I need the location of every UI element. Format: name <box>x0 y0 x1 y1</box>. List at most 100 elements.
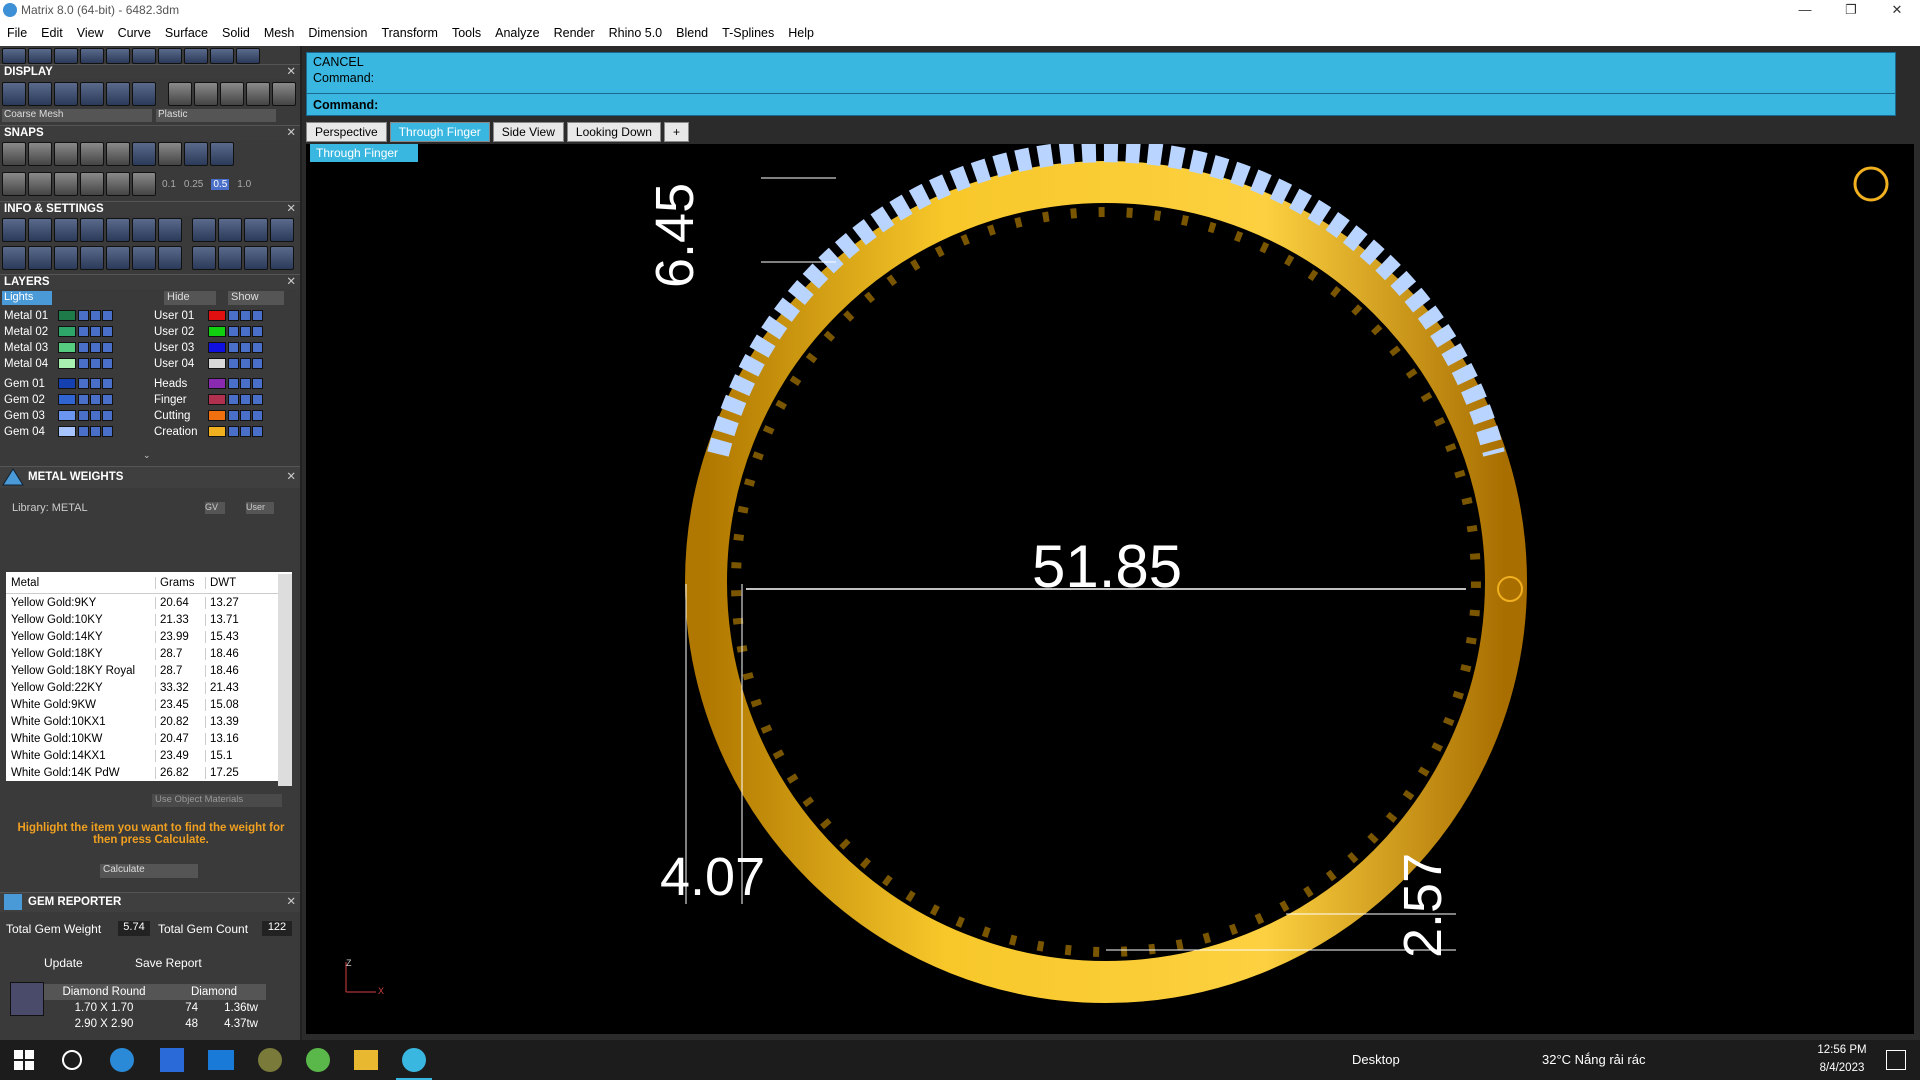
add-tab-button[interactable]: + <box>663 122 689 142</box>
menu-surface[interactable]: Surface <box>158 26 215 40</box>
lights-layer[interactable]: Lights <box>2 291 52 305</box>
tool-icon[interactable] <box>192 246 216 270</box>
layer-color-swatch[interactable] <box>208 410 226 421</box>
layer-row[interactable]: Gem 02 <box>4 392 114 407</box>
tab-side-view[interactable]: Side View <box>492 122 564 142</box>
menu-dimension[interactable]: Dimension <box>301 26 374 40</box>
layer-toggle-icon[interactable] <box>252 358 263 369</box>
render-sphere-icon[interactable] <box>54 82 78 106</box>
tool-icon[interactable] <box>192 218 216 242</box>
layer-row[interactable]: Creation <box>154 424 264 439</box>
menu-tsplines[interactable]: T-Splines <box>715 26 781 40</box>
search-icon[interactable] <box>62 1050 82 1070</box>
layer-toggle-icon[interactable] <box>102 426 113 437</box>
update-button[interactable]: Update <box>44 956 83 970</box>
layer-row[interactable]: Metal 02 <box>4 324 114 339</box>
snap-value[interactable]: 0.25 <box>184 179 203 190</box>
layer-toggle-icon[interactable] <box>240 342 251 353</box>
material-ball-icon[interactable] <box>246 82 270 106</box>
layer-row[interactable]: Gem 01 <box>4 376 114 391</box>
layer-toggle-icon[interactable] <box>252 410 263 421</box>
menu-analyze[interactable]: Analyze <box>488 26 546 40</box>
layer-toggle-icon[interactable] <box>78 410 89 421</box>
snap-icon[interactable] <box>132 142 156 166</box>
store-icon[interactable] <box>160 1048 184 1072</box>
layer-color-swatch[interactable] <box>208 326 226 337</box>
render-sphere-icon[interactable] <box>80 82 104 106</box>
menu-solid[interactable]: Solid <box>215 26 257 40</box>
layer-color-swatch[interactable] <box>208 358 226 369</box>
viewport[interactable]: Through Finger 51.85 6.45 4.07 2.57 Z X <box>306 144 1914 1034</box>
tool-icon[interactable] <box>80 246 104 270</box>
user-toggle[interactable]: User <box>246 502 274 514</box>
layer-color-swatch[interactable] <box>208 342 226 353</box>
table-row[interactable]: Yellow Gold:18KY Royal 28.7 18.46 <box>6 662 292 679</box>
layer-toggle-icon[interactable] <box>102 378 113 389</box>
layer-toggle-icon[interactable] <box>240 410 251 421</box>
gv-toggle[interactable]: GV <box>205 502 225 514</box>
render-sphere-icon[interactable] <box>106 82 130 106</box>
layer-color-swatch[interactable] <box>58 342 76 353</box>
gem-row[interactable]: 1.70 X 1.70 74 1.36tw <box>44 1000 266 1016</box>
tool-icon[interactable] <box>132 246 156 270</box>
tool-icon[interactable] <box>28 48 52 64</box>
layer-toggle-icon[interactable] <box>102 358 113 369</box>
layer-toggle-icon[interactable] <box>102 310 113 321</box>
matrix-app-icon[interactable] <box>402 1048 426 1072</box>
table-row[interactable]: White Gold:10KW 20.47 13.16 <box>6 730 292 747</box>
layer-toggle-icon[interactable] <box>252 394 263 405</box>
tool-icon[interactable] <box>244 246 268 270</box>
expand-icon[interactable]: ⌄ <box>143 450 153 460</box>
tool-icon[interactable] <box>2 246 26 270</box>
layer-toggle-icon[interactable] <box>228 342 239 353</box>
layer-toggle-icon[interactable] <box>78 426 89 437</box>
layer-toggle-icon[interactable] <box>240 326 251 337</box>
layer-toggle-icon[interactable] <box>240 358 251 369</box>
layer-color-swatch[interactable] <box>58 394 76 405</box>
layer-toggle-icon[interactable] <box>252 342 263 353</box>
close-icon[interactable]: ✕ <box>286 275 296 290</box>
tool-icon[interactable] <box>270 218 294 242</box>
tool-icon[interactable] <box>236 48 260 64</box>
table-scrollbar[interactable] <box>278 574 292 786</box>
layer-toggle-icon[interactable] <box>240 310 251 321</box>
snap-icon[interactable] <box>210 142 234 166</box>
weather-widget[interactable]: 32°C Nắng rải rác <box>1542 1052 1645 1067</box>
menu-transform[interactable]: Transform <box>374 26 445 40</box>
settings-icon[interactable] <box>2 218 26 242</box>
layer-toggle-icon[interactable] <box>90 310 101 321</box>
tool-icon[interactable] <box>106 48 130 64</box>
layer-row[interactable]: User 03 <box>154 340 264 355</box>
snap-icon[interactable] <box>184 142 208 166</box>
layer-color-swatch[interactable] <box>58 378 76 389</box>
close-button[interactable]: ✕ <box>1874 0 1920 20</box>
close-icon[interactable]: ✕ <box>286 126 296 141</box>
table-row[interactable]: Yellow Gold:10KY 21.33 13.71 <box>6 611 292 628</box>
snap-icon[interactable] <box>106 172 130 196</box>
layer-toggle-icon[interactable] <box>228 394 239 405</box>
layer-toggle-icon[interactable] <box>78 358 89 369</box>
shade-icon[interactable] <box>28 82 52 106</box>
display-mode-icon[interactable] <box>132 82 156 106</box>
maximize-button[interactable]: ❐ <box>1828 0 1874 20</box>
layer-color-swatch[interactable] <box>208 310 226 321</box>
material-select[interactable]: Plastic <box>156 109 276 122</box>
wireframe-icon[interactable] <box>2 82 26 106</box>
clock-date[interactable]: 8/4/2023 <box>1814 1062 1870 1074</box>
layer-toggle-icon[interactable] <box>228 310 239 321</box>
layer-color-swatch[interactable] <box>58 358 76 369</box>
layer-color-swatch[interactable] <box>58 326 76 337</box>
layer-toggle-icon[interactable] <box>228 426 239 437</box>
layer-row[interactable]: Gem 04 <box>4 424 114 439</box>
table-row[interactable]: White Gold:14KX1 23.49 15.1 <box>6 747 292 764</box>
layer-row[interactable]: User 04 <box>154 356 264 371</box>
table-row[interactable]: Yellow Gold:14KY 23.99 15.43 <box>6 628 292 645</box>
snap-icon[interactable] <box>54 172 78 196</box>
layer-toggle-icon[interactable] <box>78 326 89 337</box>
tool-icon[interactable] <box>80 218 104 242</box>
layer-row[interactable]: Gem 03 <box>4 408 114 423</box>
menu-mesh[interactable]: Mesh <box>257 26 302 40</box>
layer-toggle-icon[interactable] <box>90 326 101 337</box>
layer-toggle-icon[interactable] <box>78 378 89 389</box>
layer-toggle-icon[interactable] <box>102 326 113 337</box>
